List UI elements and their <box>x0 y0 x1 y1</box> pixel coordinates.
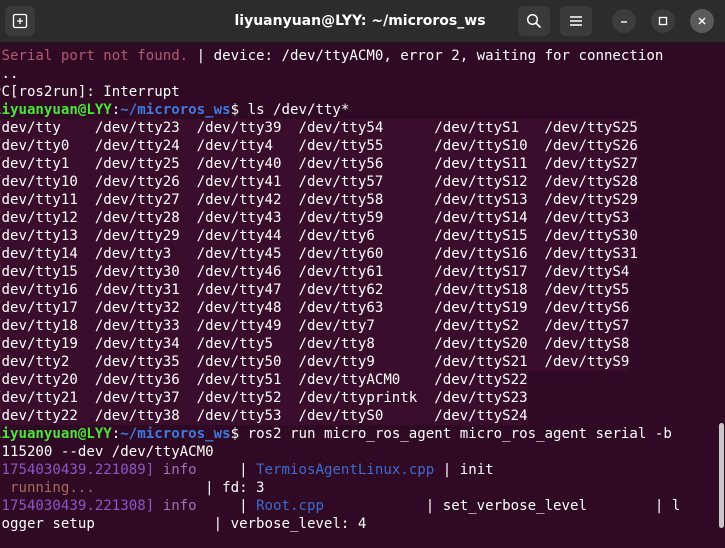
log-line: ogger setup | verbose_level: 4 <box>0 516 367 532</box>
command-text: $ ros2 run micro_ros_agent micro_ros_age… <box>230 426 672 442</box>
prompt-path: ~/microros_ws <box>120 102 231 118</box>
log-level: info <box>154 462 240 478</box>
error-text: Serial port not found. <box>0 48 189 64</box>
terminal-line: ^C[ros2run]: Interrupt <box>0 84 180 100</box>
window-title: liyuanyuan@LYY: ~/microros_ws <box>234 13 486 29</box>
close-button[interactable] <box>690 9 714 33</box>
device-row: /dev/tty /dev/tty23 /dev/tty39 /dev/tty5… <box>0 119 638 137</box>
window-titlebar: liyuanyuan@LYY: ~/microros_ws <box>0 0 725 43</box>
device-row: /dev/tty19 /dev/tty34 /dev/tty5 /dev/tty… <box>0 335 630 353</box>
terminal-scrollbar[interactable] <box>719 423 724 528</box>
terminal-line: Serial port not found. | device: /dev/tt… <box>0 47 663 65</box>
prompt-user: liyuanyuan@LYY <box>0 426 112 442</box>
prompt-user: liyuanyuan@LYY <box>0 102 112 118</box>
log-timestamp: [1754030439.221308] <box>0 498 155 514</box>
menu-button[interactable] <box>560 6 592 36</box>
log-message: | set_verbose_level | l <box>323 498 681 514</box>
prompt-line: liyuanyuan@LYY:~/microros_ws$ ros2 run m… <box>0 425 672 443</box>
device-row: /dev/tty10 /dev/tty26 /dev/tty41 /dev/tt… <box>0 173 638 191</box>
device-row: /dev/tty22 /dev/tty38 /dev/tty53 /dev/tt… <box>0 407 528 425</box>
terminal-line: 115200 --dev /dev/ttyACM0 <box>0 444 214 460</box>
log-timestamp: [1754030439.221089] <box>0 462 155 478</box>
new-tab-icon <box>12 13 28 29</box>
close-icon <box>698 17 706 25</box>
log-source-file: TermiosAgentLinux.cpp <box>256 462 435 478</box>
maximize-button[interactable] <box>651 9 675 33</box>
device-row: /dev/tty0 /dev/tty24 /dev/tty4 /dev/tty5… <box>0 137 638 155</box>
device-row: /dev/tty20 /dev/tty36 /dev/tty51 /dev/tt… <box>0 371 528 389</box>
maximize-icon <box>658 16 668 26</box>
terminal-line: .. <box>1 66 19 82</box>
log-level: info <box>154 498 240 514</box>
log-line: [1754030439.221089] info | TermiosAgentL… <box>0 461 494 479</box>
minimize-icon <box>621 21 627 23</box>
device-row: /dev/tty18 /dev/tty33 /dev/tty49 /dev/tt… <box>0 317 630 335</box>
device-row: /dev/tty1 /dev/tty25 /dev/tty40 /dev/tty… <box>0 155 638 173</box>
log-source-file: Root.cpp <box>256 498 324 514</box>
search-icon <box>526 13 542 29</box>
prompt-line: liyuanyuan@LYY:~/microros_ws$ ls /dev/tt… <box>0 101 349 119</box>
minimize-button[interactable] <box>612 9 636 33</box>
device-row: /dev/tty15 /dev/tty30 /dev/tty46 /dev/tt… <box>0 263 630 281</box>
new-tab-button[interactable] <box>5 6 35 36</box>
command-text: $ ls /dev/tty* <box>230 102 350 118</box>
device-row: /dev/tty2 /dev/tty35 /dev/tty50 /dev/tty… <box>0 353 630 371</box>
log-line: [1754030439.221308] info | Root.cpp | se… <box>0 497 680 515</box>
log-state: running... <box>0 480 95 496</box>
device-row: /dev/tty12 /dev/tty28 /dev/tty43 /dev/tt… <box>0 209 630 227</box>
device-row: /dev/tty13 /dev/tty29 /dev/tty44 /dev/tt… <box>0 227 638 245</box>
prompt-path: ~/microros_ws <box>120 426 231 442</box>
log-line: running... | fd: 3 <box>0 479 265 497</box>
device-row: /dev/tty14 /dev/tty3 /dev/tty45 /dev/tty… <box>0 245 638 263</box>
device-row: /dev/tty16 /dev/tty31 /dev/tty47 /dev/tt… <box>0 281 630 299</box>
hamburger-menu-icon <box>570 16 582 26</box>
device-row: /dev/tty11 /dev/tty27 /dev/tty42 /dev/tt… <box>0 191 638 209</box>
device-row: /dev/tty21 /dev/tty37 /dev/tty52 /dev/tt… <box>0 389 528 407</box>
log-message: | init <box>434 462 494 478</box>
terminal-output[interactable]: Serial port not found. | device: /dev/tt… <box>0 43 725 548</box>
search-button[interactable] <box>518 6 550 36</box>
log-message: | fd: 3 <box>94 480 265 496</box>
device-row: /dev/tty17 /dev/tty32 /dev/tty48 /dev/tt… <box>0 299 630 317</box>
